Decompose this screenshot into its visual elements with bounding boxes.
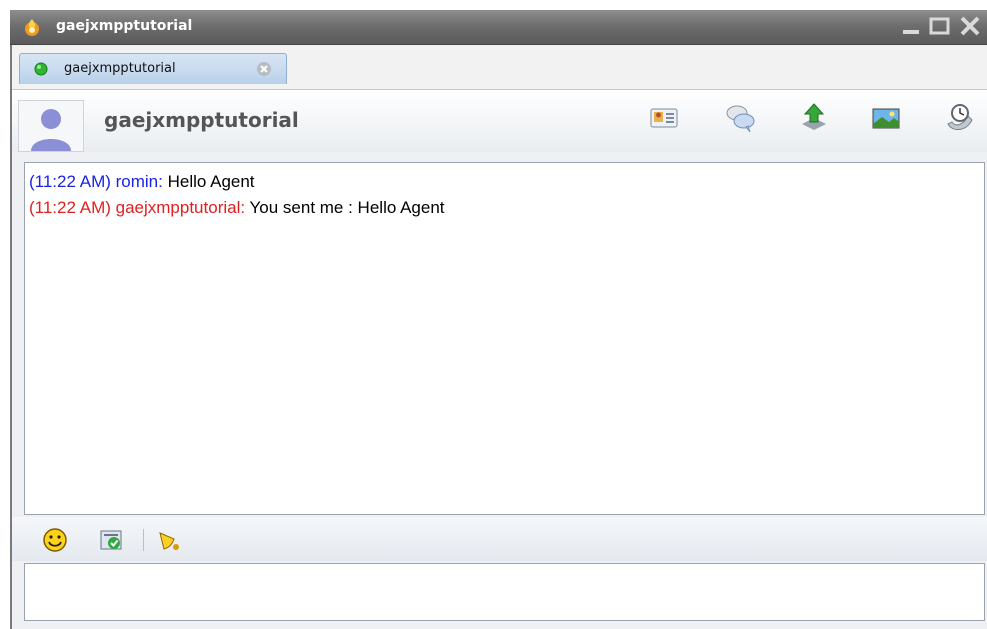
chat-bubbles-icon[interactable] [724, 102, 756, 134]
message-timestamp: (11:22 AM) [29, 198, 111, 217]
minimize-button[interactable] [900, 15, 924, 37]
tab-strip: gaejxmpptutorial [12, 45, 987, 90]
contact-name: gaejxmpptutorial [104, 108, 299, 132]
history-icon[interactable] [944, 102, 976, 134]
avatar [18, 100, 84, 152]
input-toolbar [12, 517, 987, 561]
message-text: Hello Agent [162, 172, 255, 191]
message-timestamp: (11:22 AM) [29, 172, 111, 191]
message-sender: gaejxmpptutorial: [115, 198, 246, 217]
message-input[interactable] [24, 563, 985, 621]
maximize-button[interactable] [928, 15, 952, 37]
chat-message: (11:22 AM) gaejxmpptutorial: You sent me… [29, 195, 980, 221]
contact-card-icon[interactable] [648, 102, 680, 134]
window-title: gaejxmpptutorial [56, 18, 193, 34]
online-status-icon [34, 62, 48, 76]
nudge-icon[interactable] [156, 527, 182, 553]
emoticon-icon[interactable] [42, 527, 68, 553]
chat-transcript[interactable]: (11:22 AM) romin: Hello Agent (11:22 AM)… [24, 162, 985, 515]
tab-conversation[interactable]: gaejxmpptutorial [19, 53, 287, 84]
send-file-icon[interactable] [798, 102, 830, 134]
chat-message: (11:22 AM) romin: Hello Agent [29, 169, 980, 195]
title-bar: gaejxmpptutorial [10, 10, 987, 45]
image-icon[interactable] [870, 102, 902, 134]
close-button[interactable] [958, 15, 982, 37]
spell-check-icon[interactable] [98, 527, 124, 553]
chat-window: gaejxmpptutorial gaejxmpptutorial (11:22… [10, 45, 987, 629]
message-text: You sent me : Hello Agent [245, 198, 445, 217]
tab-label: gaejxmpptutorial [64, 61, 176, 76]
toolbar-separator [143, 529, 144, 551]
conversation-header: gaejxmpptutorial [12, 90, 987, 152]
tab-close-icon[interactable] [256, 61, 272, 77]
app-flame-icon [25, 19, 39, 36]
message-sender: romin: [115, 172, 163, 191]
